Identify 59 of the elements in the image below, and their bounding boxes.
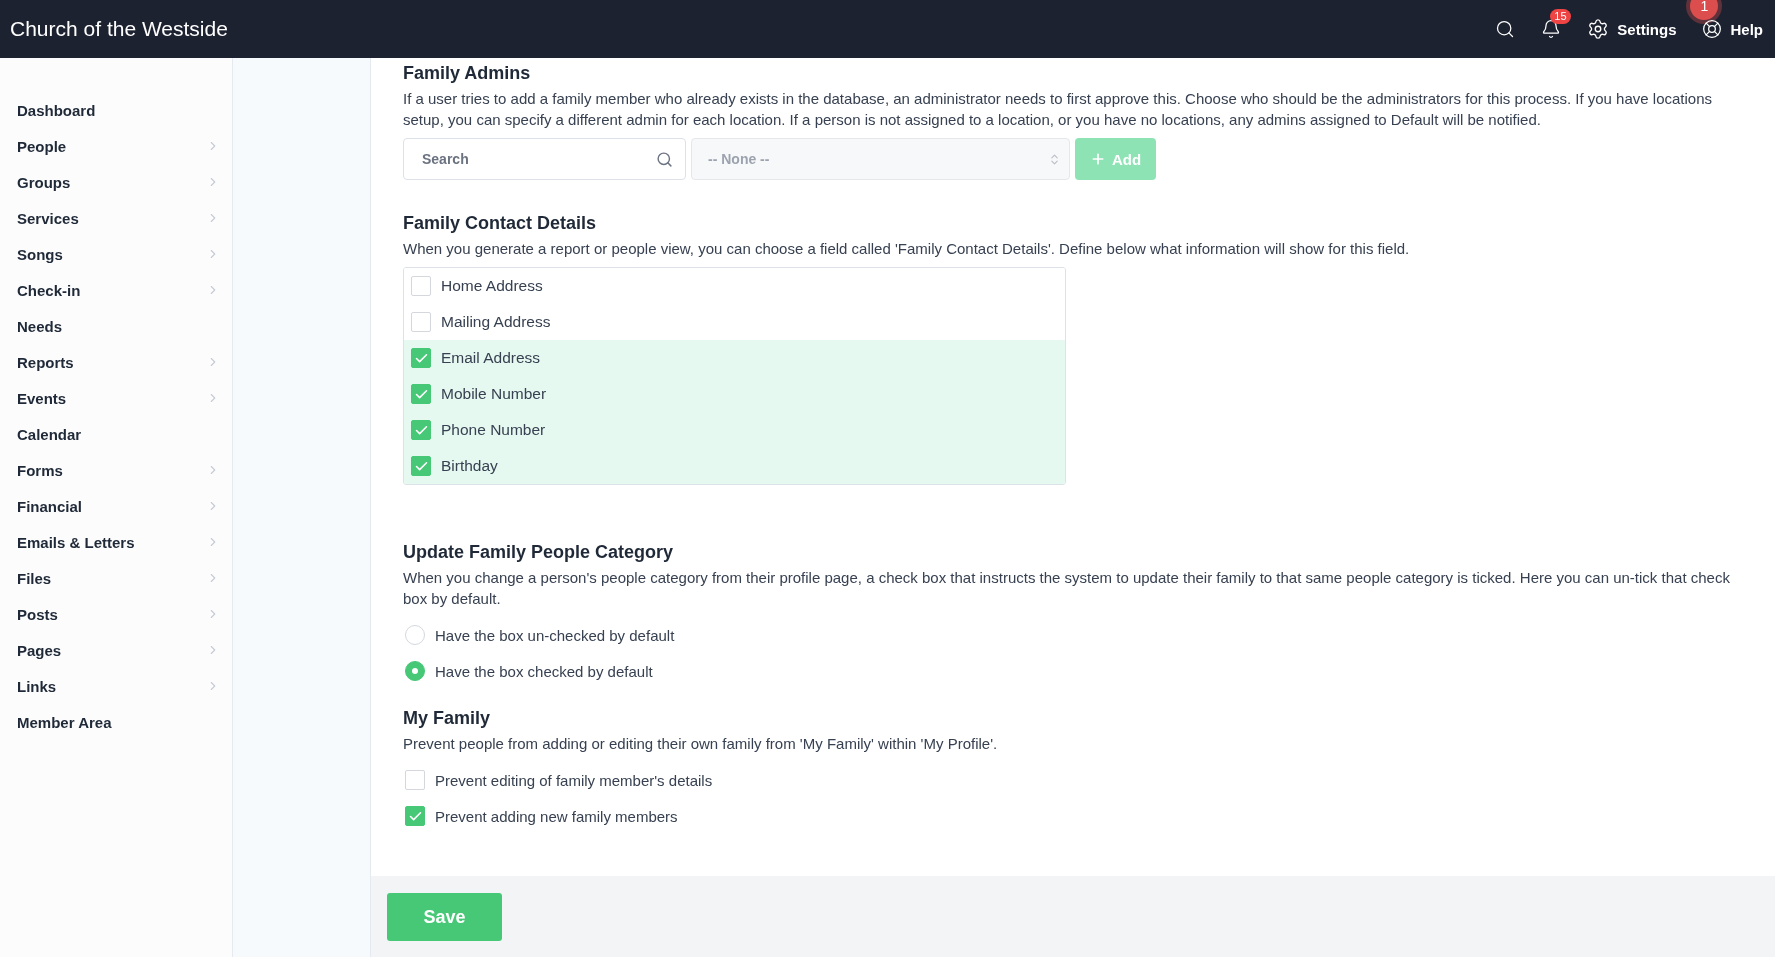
sidebar-item[interactable]: Links: [0, 668, 232, 704]
sidebar-item[interactable]: Groups: [0, 164, 232, 200]
notifications-button[interactable]: [1541, 19, 1562, 39]
gear-icon: [1587, 18, 1610, 40]
search-field[interactable]: Search: [403, 138, 686, 180]
section-heading: My Family: [403, 707, 492, 730]
checkbox[interactable]: [411, 456, 431, 476]
app-title: Church of the Westside: [10, 17, 229, 41]
settings-button[interactable]: Settings: [1587, 18, 1677, 40]
option-label: Email Address: [441, 349, 541, 367]
sort-arrows-icon: [1048, 152, 1061, 166]
sidebar-item[interactable]: Reports: [0, 344, 232, 380]
sidebar-item[interactable]: Songs: [0, 236, 232, 272]
option-label: Birthday: [441, 457, 498, 475]
bell-icon: [1541, 19, 1562, 39]
sidebar-item[interactable]: Emails & Letters: [0, 524, 232, 560]
section-heading: Family Admins: [403, 62, 532, 85]
option-label: Mobile Number: [441, 385, 547, 403]
section-description: When you change a person's people category from their profile page, a check box that instructs the system to update their family to that same people category is ticked. Here you can un-tick that check box by default.: [403, 568, 1731, 609]
option-label: Mailing Address: [441, 313, 551, 331]
sidebar-item[interactable]: Calendar: [0, 416, 232, 452]
option-label: Prevent adding new family members: [435, 807, 678, 825]
section-heading: Update Family People Category: [403, 541, 675, 564]
search-icon: [656, 150, 673, 168]
checkbox[interactable]: [411, 420, 431, 440]
help-badge: 1: [1690, 0, 1719, 20]
sidebar-item[interactable]: Posts: [0, 596, 232, 632]
option-label: Prevent editing of family member's details: [435, 771, 713, 789]
checkbox[interactable]: [405, 770, 425, 790]
checkbox[interactable]: [411, 348, 431, 368]
checkbox[interactable]: [411, 276, 431, 296]
option-label: Have the box un-checked by default: [435, 626, 675, 644]
section-description: Prevent people from adding or editing their own family from 'My Family' within 'My Profile'.: [403, 734, 999, 754]
sidebar-item[interactable]: Forms: [0, 452, 232, 488]
sidebar-item[interactable]: Financial: [0, 488, 232, 524]
sidebar-item[interactable]: Member Area: [0, 704, 232, 740]
section-heading: Family Contact Details: [403, 212, 598, 235]
section-description: When you generate a report or people view, you can choose a field called 'Family Contact Details'. Define below what information will show for this field.: [403, 239, 1411, 259]
option-label: Home Address: [441, 277, 543, 295]
sidebar-item[interactable]: Services: [0, 200, 232, 236]
sidebar-item[interactable]: People: [0, 128, 232, 164]
checkbox[interactable]: [405, 806, 425, 826]
notification-count: 15: [1550, 9, 1571, 24]
radio-button[interactable]: [405, 625, 425, 645]
radio-button[interactable]: [405, 661, 425, 681]
help-button[interactable]: Help: [1702, 19, 1763, 39]
sidebar-item[interactable]: Dashboard: [0, 92, 232, 128]
sidebar-item[interactable]: Check-in: [0, 272, 232, 308]
section-description: If a user tries to add a family member who already exists in the database, an administrator needs to first approve this. Choose who should be the administrators for this process. If you have locations setup, you can specify a different admin for each location. If a person is not assigned to a location, or you have no locations, any admins assigned to Default will be notified.: [403, 89, 1713, 130]
sidebar-item[interactable]: Events: [0, 380, 232, 416]
checkbox[interactable]: [411, 312, 431, 332]
sidebar-item[interactable]: Files: [0, 560, 232, 596]
lifebuoy-icon: [1702, 19, 1723, 39]
checkbox[interactable]: [411, 384, 431, 404]
sidebar-item[interactable]: Needs: [0, 308, 232, 344]
option-label: Have the box checked by default: [435, 662, 653, 680]
sidebar-item[interactable]: Pages: [0, 632, 232, 668]
search-button[interactable]: [1495, 19, 1516, 39]
option-label: Phone Number: [441, 421, 546, 439]
